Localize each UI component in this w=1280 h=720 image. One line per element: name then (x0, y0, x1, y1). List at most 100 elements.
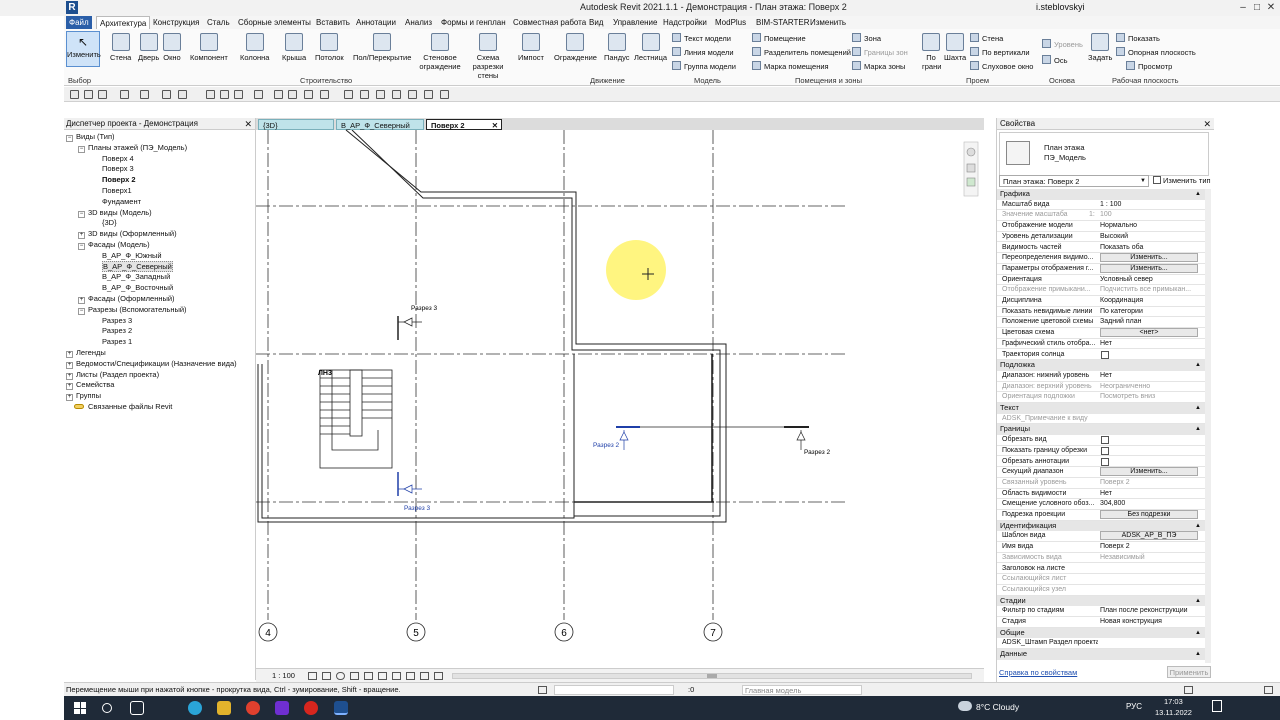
property-row[interactable]: Отображение примыкани... Подчистить все п… (997, 285, 1205, 296)
type-selector-preview[interactable]: План этажа ПЭ_Модель (999, 132, 1209, 176)
property-row[interactable]: Шаблон вида ADSK_АР_В_ПЭ (997, 531, 1205, 543)
tree-item[interactable]: Поверх 4 (102, 154, 134, 164)
property-value[interactable]: 100 (1100, 210, 1200, 220)
measure-icon[interactable] (178, 90, 187, 99)
property-group[interactable]: Идентификация ▲ (997, 520, 1205, 532)
ref-plane-button[interactable]: Опорная плоскость (1116, 47, 1196, 57)
collapse-icon[interactable]: ▲ (1195, 424, 1201, 434)
property-value[interactable]: Независимый (1100, 553, 1200, 563)
property-value[interactable]: Поверх 2 (1100, 478, 1200, 488)
property-value[interactable]: 1 : 100 (1100, 200, 1200, 210)
property-checkbox[interactable] (1101, 446, 1109, 455)
wall-button[interactable]: Стена (110, 33, 131, 62)
tree-item[interactable]: − Планы этажей (ПЭ_Модель) (78, 143, 187, 153)
revit-taskbar-icon[interactable] (334, 701, 348, 715)
property-edit-button[interactable]: Изменить... (1100, 467, 1198, 477)
modify-button[interactable]: ↖ Изменить (66, 31, 101, 67)
area-tag-button[interactable]: Марка зоны (852, 61, 905, 71)
ramp-button[interactable]: Пандус (604, 33, 630, 62)
property-value[interactable]: Поверх 2 (1100, 542, 1200, 552)
tree-item[interactable]: Поверх 3 (102, 164, 134, 174)
print-icon[interactable] (162, 90, 171, 99)
close-icon[interactable]: ✕ (244, 118, 252, 130)
tree-item[interactable]: Разрез 1 (102, 337, 132, 347)
grid-bubble-5[interactable]: 5 (413, 628, 419, 639)
tab-view[interactable]: Вид (586, 16, 606, 29)
property-edit-button[interactable]: Без подрезки (1100, 510, 1198, 519)
property-row[interactable]: Уровень детализации Высокий (997, 232, 1205, 243)
chrome-icon[interactable] (246, 701, 260, 715)
properties-help-link[interactable]: Справка по свойствам (999, 668, 1077, 677)
property-checkbox[interactable] (1101, 457, 1109, 466)
section-icon[interactable] (274, 90, 283, 99)
property-row[interactable]: Траектория солнца (997, 350, 1205, 361)
tab-addins[interactable]: Надстройки (660, 16, 710, 29)
tree-item[interactable]: Связанные файлы Revit (66, 402, 172, 412)
curtain-grid-button[interactable]: Схема разрезки стены (462, 33, 514, 80)
property-row[interactable]: Значение масштаба 1: 100 (997, 210, 1205, 222)
grid-bubble-7[interactable]: 7 (710, 628, 716, 639)
expand-icon[interactable]: + (78, 232, 85, 240)
room-tag-button[interactable]: Марка помещения (752, 61, 829, 71)
expand-icon[interactable]: + (66, 372, 73, 380)
view-tab-north[interactable]: В_АР_Ф_Северный (336, 119, 424, 130)
vertical-opening-button[interactable]: По вертикали (970, 47, 1030, 57)
property-value[interactable]: Нет (1100, 339, 1200, 349)
property-group[interactable]: Общие ▲ (997, 627, 1205, 639)
tree-item[interactable]: В_АР_Ф_Восточный (102, 283, 173, 293)
roof-button[interactable]: Крыша (282, 33, 306, 62)
property-row[interactable]: Стадия Новая конструкция (997, 617, 1205, 628)
collapse-icon[interactable]: ▲ (1195, 403, 1201, 413)
scrollbar-thumb[interactable] (707, 674, 717, 678)
tree-item[interactable]: В_АР_Ф_Северный (102, 260, 173, 272)
property-row[interactable]: Ориентация подложки Посмотреть вниз (997, 392, 1205, 403)
property-group[interactable]: Текст ▲ (997, 403, 1205, 414)
room-separator-button[interactable]: Разделитель помещений (752, 47, 851, 57)
viewer-button[interactable]: Просмотр (1126, 61, 1172, 71)
property-group[interactable]: Границы ▲ (997, 424, 1205, 436)
section-marker-3[interactable] (397, 316, 422, 496)
tab-modify[interactable]: Изменить (807, 16, 849, 29)
area-boundary-button[interactable]: Границы зон (852, 47, 908, 57)
3d-view-icon[interactable] (254, 90, 263, 99)
tree-item[interactable]: {3D} (102, 218, 117, 228)
aligned-dimension-icon[interactable] (206, 90, 215, 99)
tree-item[interactable]: + Фасады (Оформленный) (78, 294, 175, 304)
property-value[interactable]: Посмотреть вниз (1100, 392, 1200, 402)
tree-item[interactable]: + Семейства (66, 380, 114, 391)
selection-filter-count[interactable]: :0 (688, 683, 694, 697)
show-workplane-button[interactable]: Показать (1116, 33, 1160, 43)
property-value[interactable]: 304,800 (1100, 499, 1200, 509)
tree-item[interactable]: −3D виды (Модель) (78, 208, 152, 218)
switch-windows-icon[interactable] (320, 90, 329, 99)
text-icon[interactable] (234, 90, 243, 99)
tab-insert[interactable]: Вставить (313, 16, 353, 29)
collapse-icon[interactable]: − (78, 145, 85, 153)
room-button[interactable]: Помещение (752, 33, 806, 43)
section-label-3-top[interactable]: Разрез 3 (411, 305, 438, 312)
tree-item[interactable]: − Виды (Тип) (66, 132, 115, 142)
collapse-icon[interactable]: − (78, 210, 85, 218)
weather-icon[interactable] (958, 701, 972, 711)
stair-tag[interactable]: ЛН3 (318, 370, 332, 377)
tree-item[interactable]: В_АР_Ф_Западный (102, 272, 170, 282)
tab-annotate[interactable]: Аннотации (353, 16, 399, 29)
expand-icon[interactable]: + (78, 297, 85, 304)
expand-icon[interactable]: + (66, 361, 73, 369)
property-checkbox[interactable] (1101, 436, 1109, 445)
edit-type-button[interactable]: Изменить тип (1153, 175, 1211, 187)
start-icon[interactable] (74, 702, 86, 714)
property-row[interactable]: Масштаб вида 1 : 100 (997, 200, 1205, 211)
view-scale[interactable]: 1 : 100 (272, 671, 295, 680)
select-by-face-icon[interactable] (392, 90, 401, 99)
save-icon[interactable] (84, 90, 93, 99)
collapse-icon[interactable]: ▲ (1195, 649, 1201, 659)
constraints-icon[interactable] (434, 672, 443, 680)
show-crop-icon[interactable] (378, 672, 387, 680)
tab-architecture[interactable]: Архитектура (96, 16, 151, 29)
property-value[interactable]: По категории (1100, 307, 1200, 317)
navigation-bar[interactable] (963, 141, 979, 197)
property-row[interactable]: Смещение условного обоз... 304,800 (997, 499, 1205, 510)
grid-bubble-4[interactable]: 4 (265, 628, 271, 639)
property-row[interactable]: Секущий диапазон Изменить... (997, 467, 1205, 478)
